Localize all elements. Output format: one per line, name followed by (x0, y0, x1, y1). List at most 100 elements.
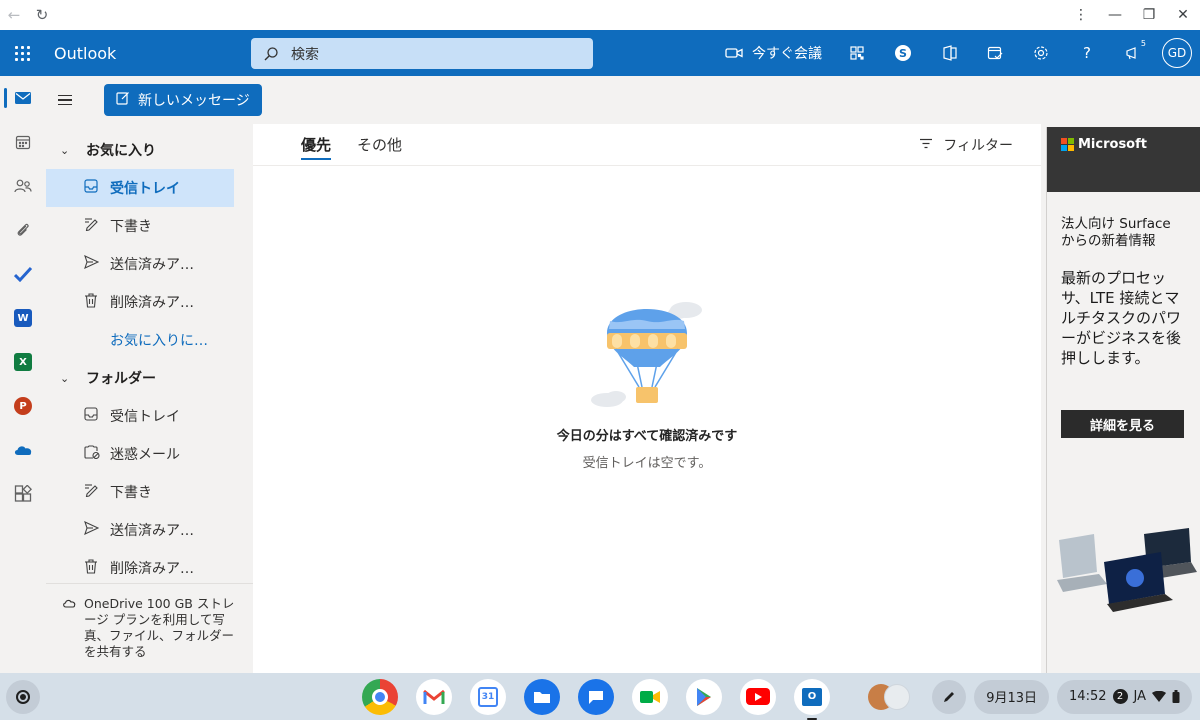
cloud-icon (62, 596, 76, 673)
minimize-icon[interactable]: — (1098, 1, 1132, 29)
tab-other[interactable]: その他 (357, 124, 402, 166)
ad-learn-more-button[interactable]: 詳細を見る (1061, 410, 1184, 438)
feedback-megaphone-icon[interactable]: 5 (1110, 30, 1156, 76)
favorite-inbox[interactable]: 受信トレイ (46, 169, 234, 207)
people-icon[interactable] (0, 164, 46, 208)
close-icon[interactable]: ✕ (1166, 1, 1200, 29)
new-message-button[interactable]: 新しいメッセージ (104, 84, 262, 116)
app-launcher-waffle-icon[interactable] (0, 30, 44, 76)
date-pill[interactable]: 9月13日 (974, 679, 1050, 714)
folder-inbox[interactable]: 受信トレイ (46, 397, 253, 435)
favorites-title: お気に入り (86, 143, 156, 159)
attachment-icon[interactable] (0, 208, 46, 252)
search-box[interactable]: 検索 (251, 38, 593, 69)
advertisement-pane[interactable]: Microsoft 法人向け Surface からの新着情報 最新のプロセッサ、… (1046, 127, 1200, 673)
pinned-apps: 31 O (362, 673, 830, 720)
folders-title: フォルダー (86, 371, 156, 387)
meet-now-label: 今すぐ会議 (752, 46, 822, 62)
ime-label: JA (1133, 689, 1147, 704)
tab-focused[interactable]: 優先 (301, 124, 332, 166)
chrome-icon[interactable] (362, 678, 398, 715)
onedrive-promo[interactable]: OneDrive 100 GB ストレージ プランを利用して写真、ファイル、フォ… (46, 583, 253, 673)
messages-icon[interactable] (578, 678, 614, 715)
files-icon[interactable] (524, 678, 560, 715)
folder-label: 受信トレイ (110, 409, 180, 425)
folder-label: 削除済みア… (110, 295, 194, 311)
empty-state-title: 今日の分はすべて確認済みです (556, 429, 738, 444)
draft-pencil-icon (84, 483, 110, 501)
launcher-icon[interactable] (6, 680, 40, 714)
gmail-icon[interactable] (416, 678, 452, 715)
outlook-header: Outlook 検索 今すぐ会議 S ? 5 GD (0, 30, 1200, 76)
onedrive-promo-text: OneDrive 100 GB ストレージ プランを利用して写真、ファイル、フォ… (84, 596, 235, 659)
chevron-down-icon: ⌄ (60, 371, 70, 385)
notification-count-badge: 2 (1112, 689, 1128, 704)
favorites-section-header[interactable]: ⌄ お気に入り (46, 131, 253, 169)
brand-title[interactable]: Outlook (54, 44, 244, 63)
folder-sent[interactable]: 送信済みア… (46, 511, 253, 549)
restore-icon[interactable]: ❐ (1132, 1, 1166, 29)
folder-drafts[interactable]: 下書き (46, 473, 253, 511)
office-icon[interactable] (926, 30, 972, 76)
outlook-app-icon[interactable]: O (794, 678, 830, 720)
back-arrow-icon[interactable]: ← (2, 3, 26, 27)
video-camera-icon (716, 47, 752, 59)
powerpoint-icon[interactable]: P (0, 384, 46, 428)
word-icon[interactable]: W (0, 296, 46, 340)
surface-devices-image (1057, 528, 1197, 612)
os-taskbar: 31 O 9月13日 14:52 2 JA (0, 673, 1200, 720)
wifi-icon (1152, 691, 1166, 702)
search-icon (251, 46, 291, 62)
status-area[interactable]: 14:52 2 JA (1057, 679, 1192, 714)
time-label: 14:52 (1069, 689, 1107, 704)
google-meet-icon[interactable] (632, 678, 668, 715)
filter-button[interactable]: フィルター (919, 124, 1013, 166)
folder-label: 下書き (110, 219, 152, 235)
more-vert-icon[interactable]: ⋮ (1064, 1, 1098, 29)
empty-state-subtitle: 受信トレイは空です。 (582, 456, 712, 471)
hamburger-menu-icon[interactable] (58, 90, 82, 110)
send-icon (84, 254, 110, 273)
trash-icon (84, 558, 110, 578)
new-message-label: 新しいメッセージ (138, 93, 250, 109)
favorite-deleted[interactable]: 削除済みア… (46, 283, 253, 321)
folders-section-header[interactable]: ⌄ フォルダー (46, 359, 253, 397)
calendar-icon[interactable] (0, 120, 46, 164)
recent-files-holding-space-icon[interactable] (868, 680, 924, 714)
empty-state: 今日の分はすべて確認済みです 受信トレイは空です。 (253, 289, 1041, 471)
qr-code-icon[interactable] (834, 30, 880, 76)
folder-label: 送信済みア… (110, 257, 194, 273)
onedrive-icon[interactable] (0, 428, 46, 472)
add-favorite-link[interactable]: お気に入りに… (46, 321, 253, 359)
my-day-icon[interactable] (972, 30, 1018, 76)
chevron-down-icon: ⌄ (60, 143, 70, 157)
play-store-icon[interactable] (686, 678, 722, 715)
todo-check-icon[interactable] (0, 252, 46, 296)
meet-now-button[interactable]: 今すぐ会議 (716, 30, 834, 76)
more-apps-icon[interactable] (0, 472, 46, 516)
folder-label: 送信済みア… (110, 523, 194, 539)
inbox-tabs: 優先 その他 フィルター (253, 124, 1041, 166)
calendar-app-icon[interactable]: 31 (470, 678, 506, 715)
mail-icon[interactable] (0, 76, 46, 120)
skype-icon[interactable]: S (880, 30, 926, 76)
send-icon (84, 520, 110, 539)
inbox-icon (84, 179, 110, 197)
app-rail: W X P (0, 76, 46, 673)
help-icon[interactable]: ? (1064, 30, 1110, 76)
youtube-icon[interactable] (740, 678, 776, 715)
inbox-icon (84, 407, 110, 425)
reload-icon[interactable]: ↻ (30, 3, 54, 27)
favorite-drafts[interactable]: 下書き (46, 207, 253, 245)
excel-icon[interactable]: X (0, 340, 46, 384)
filter-label: フィルター (943, 138, 1013, 154)
search-placeholder: 検索 (291, 46, 319, 63)
battery-icon (1172, 690, 1180, 703)
stylus-pen-button[interactable] (932, 679, 967, 714)
favorite-sent[interactable]: 送信済みア… (46, 245, 253, 283)
compose-icon (116, 91, 130, 109)
account-avatar[interactable]: GD (1162, 38, 1192, 68)
folder-junk[interactable]: 迷惑メール (46, 435, 253, 473)
folder-deleted[interactable]: 削除済みア… (46, 549, 253, 587)
settings-gear-icon[interactable] (1018, 30, 1064, 76)
